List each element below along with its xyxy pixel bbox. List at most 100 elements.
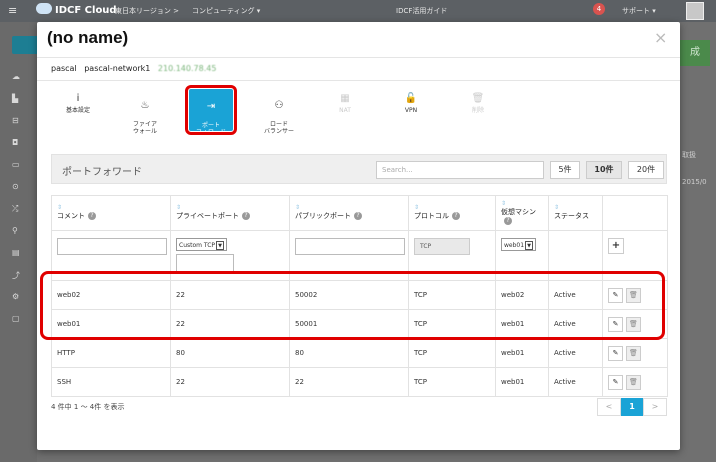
public-port-cell bbox=[289, 230, 409, 281]
fire-icon: ♨ bbox=[140, 100, 150, 111]
service-selector[interactable]: コンピューティング ▾ bbox=[192, 6, 260, 16]
cloud-logo-icon bbox=[36, 3, 52, 14]
nav-icon[interactable]: ▤ bbox=[12, 248, 32, 260]
notification-badge[interactable]: 4 bbox=[593, 3, 605, 15]
create-button[interactable] bbox=[12, 36, 37, 54]
col-header-public-port[interactable]: ⇕ パブリックポート? bbox=[289, 195, 409, 231]
status-badge: Active bbox=[548, 367, 603, 397]
vm-select[interactable]: web01 ▼ bbox=[501, 238, 537, 251]
nav-icon[interactable]: ⊟ bbox=[12, 116, 32, 128]
tab-label: ファイア ウォール bbox=[132, 121, 157, 135]
help-icon[interactable]: ? bbox=[354, 212, 362, 220]
edit-icon[interactable]: ✎ bbox=[608, 316, 623, 332]
edit-icon[interactable]: ✎ bbox=[608, 345, 623, 361]
private-port-cell: Custom TCP ▼ bbox=[170, 230, 290, 281]
actions-cell: ✎ 🗑 bbox=[602, 367, 668, 397]
pager-page-1[interactable]: 1 bbox=[621, 398, 643, 416]
col-header-protocol[interactable]: ⇕ プロトコル? bbox=[408, 195, 496, 231]
pager-prev[interactable]: < bbox=[597, 398, 621, 416]
nav-icon[interactable]: ⊙ bbox=[12, 182, 32, 194]
table-header-row: ⇕ コメント? ⇕ プライベートポート? ⇕ パブリックポート? ⇕ プロトコル? ⇕ 仮… bbox=[51, 195, 668, 231]
tab-basic-settings[interactable]: i 基本設定 bbox=[52, 92, 104, 134]
page-size-10[interactable]: 10件 bbox=[586, 161, 622, 179]
col-header-status[interactable]: ⇕ ステータス bbox=[548, 195, 603, 231]
col-header-private-port[interactable]: ⇕ プライベートポート? bbox=[170, 195, 290, 231]
page-size-5[interactable]: 5件 bbox=[550, 161, 580, 179]
trash-icon[interactable]: 🗑 bbox=[626, 374, 641, 390]
help-icon[interactable]: ? bbox=[242, 212, 250, 220]
status-badge: Active bbox=[548, 338, 603, 368]
public-port-value: 50002 bbox=[289, 280, 409, 310]
nav-icon[interactable]: ⤴ bbox=[12, 270, 32, 282]
help-icon[interactable]: ? bbox=[88, 212, 96, 220]
col-header-vm[interactable]: ⇕ 仮想マシン? bbox=[495, 195, 549, 231]
nav-icon[interactable]: ▭ bbox=[12, 160, 32, 172]
highlight-port-forward-tab bbox=[185, 85, 237, 135]
actions-cell: ✎ 🗑 bbox=[602, 280, 668, 310]
private-port-select[interactable]: Custom TCP ▼ bbox=[176, 238, 228, 251]
sort-icon: ⇕ bbox=[176, 204, 182, 211]
private-port-input[interactable] bbox=[176, 254, 234, 272]
logo[interactable]: IDCF Cloud bbox=[36, 3, 117, 16]
nav-icon[interactable]: ▙ bbox=[12, 94, 32, 106]
page-size-20[interactable]: 20件 bbox=[628, 161, 664, 179]
column-label: コメント bbox=[57, 212, 85, 220]
trash-icon[interactable]: 🗑 bbox=[626, 345, 641, 361]
region-selector[interactable]: 東日本リージョン > bbox=[115, 6, 179, 16]
trash-icon: 🗑 bbox=[471, 93, 485, 104]
new-rule-row: Custom TCP ▼ TCP web01 ▼ + bbox=[51, 230, 668, 281]
protocol-value: TCP bbox=[408, 309, 496, 339]
panel-title: ポートフォワード bbox=[62, 167, 142, 178]
tab-vpn[interactable]: 🔓 VPN bbox=[385, 92, 437, 134]
user-avatar[interactable] bbox=[686, 2, 704, 20]
table-row: SSH 22 22 TCP web01 Active ✎ 🗑 bbox=[51, 367, 668, 397]
camera-icon[interactable]: ◘ bbox=[12, 138, 32, 150]
public-port-value: 80 bbox=[289, 338, 409, 368]
close-icon[interactable]: × bbox=[654, 28, 667, 47]
status-badge: Active bbox=[548, 280, 603, 310]
gears-icon[interactable]: ⚙ bbox=[12, 292, 32, 304]
vm-cell: web01 ▼ bbox=[495, 230, 549, 281]
chevron-down-icon: ▼ bbox=[525, 241, 534, 250]
info-icon: i bbox=[76, 93, 80, 104]
private-port-value: 22 bbox=[170, 309, 290, 339]
public-port-input[interactable] bbox=[295, 238, 405, 255]
pager-next[interactable]: > bbox=[643, 398, 667, 416]
add-button[interactable]: + bbox=[608, 238, 624, 254]
private-port-value: 80 bbox=[170, 338, 290, 368]
panel-header: ポートフォワード Search... 5件 10件 20件 bbox=[51, 154, 667, 184]
add-cell: + bbox=[602, 230, 668, 281]
vm-value: web01 bbox=[495, 338, 549, 368]
tab-load-balancer[interactable]: ⚇ ロード バランサー bbox=[253, 92, 305, 135]
column-label: プライベートポート bbox=[176, 212, 239, 220]
trash-icon[interactable]: 🗑 bbox=[626, 316, 641, 332]
shuffle-icon[interactable]: ⤮ bbox=[12, 204, 32, 216]
nav-icon[interactable]: ☁ bbox=[12, 72, 32, 84]
page-guide-title: IDCF活用ガイド bbox=[396, 7, 448, 15]
protocol-value: TCP bbox=[408, 280, 496, 310]
comment-input[interactable] bbox=[57, 238, 167, 255]
tab-firewall[interactable]: ♨ ファイア ウォール bbox=[119, 92, 171, 135]
nat-icon: ▦ bbox=[340, 93, 350, 104]
tab-label: NAT bbox=[339, 107, 351, 114]
nav-icon[interactable]: ▢ bbox=[12, 314, 32, 326]
private-port-value: 22 bbox=[170, 280, 290, 310]
actions-cell: ✎ 🗑 bbox=[602, 309, 668, 339]
sort-icon: ⇕ bbox=[414, 204, 420, 211]
edit-icon[interactable]: ✎ bbox=[608, 374, 623, 390]
hamburger-menu-icon[interactable]: ≡ bbox=[8, 4, 17, 17]
column-label: 仮想マシン bbox=[501, 208, 536, 216]
search-input[interactable]: Search... bbox=[376, 161, 544, 179]
unlock-icon: 🔓 bbox=[404, 93, 418, 104]
help-icon[interactable]: ? bbox=[452, 212, 460, 220]
comment-value: web02 bbox=[51, 280, 171, 310]
key-icon[interactable]: ⚲ bbox=[12, 226, 32, 238]
actions-cell: ✎ 🗑 bbox=[602, 338, 668, 368]
col-header-comment[interactable]: ⇕ コメント? bbox=[51, 195, 171, 231]
vm-value: web02 bbox=[495, 280, 549, 310]
edit-icon[interactable]: ✎ bbox=[608, 287, 623, 303]
tab-delete: 🗑 削除 bbox=[452, 92, 504, 134]
trash-icon[interactable]: 🗑 bbox=[626, 287, 641, 303]
support-menu[interactable]: サポート ▾ bbox=[622, 6, 656, 16]
help-icon[interactable]: ? bbox=[504, 217, 512, 225]
